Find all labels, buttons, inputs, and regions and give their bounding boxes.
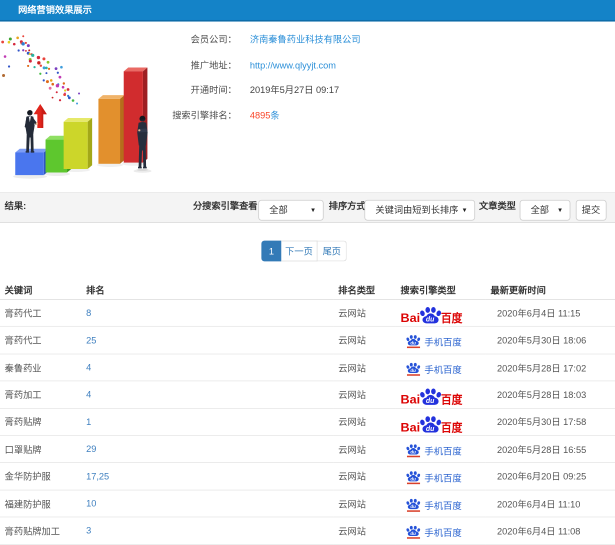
svg-text:百度: 百度: [441, 420, 463, 433]
svg-text:du: du: [410, 531, 416, 536]
svg-text:手机百度: 手机百度: [424, 445, 461, 456]
svg-text:du: du: [410, 449, 416, 454]
svg-text:手机百度: 手机百度: [424, 337, 461, 348]
svg-text:手机百度: 手机百度: [424, 500, 461, 511]
svg-text:百度: 百度: [441, 311, 463, 324]
svg-text:du: du: [410, 341, 416, 346]
svg-text:百度: 百度: [441, 393, 463, 406]
svg-text:Bai: Bai: [401, 420, 421, 433]
svg-text:Bai: Bai: [401, 311, 421, 324]
svg-text:Bai: Bai: [401, 393, 421, 406]
svg-text:du: du: [426, 398, 435, 405]
svg-text:du: du: [426, 426, 435, 433]
svg-text:du: du: [410, 477, 416, 482]
svg-text:手机百度: 手机百度: [424, 364, 461, 375]
svg-text:du: du: [410, 368, 416, 373]
svg-text:du: du: [426, 317, 435, 324]
svg-text:手机百度: 手机百度: [424, 473, 461, 484]
svg-text:手机百度: 手机百度: [424, 527, 461, 538]
svg-text:du: du: [410, 504, 416, 509]
